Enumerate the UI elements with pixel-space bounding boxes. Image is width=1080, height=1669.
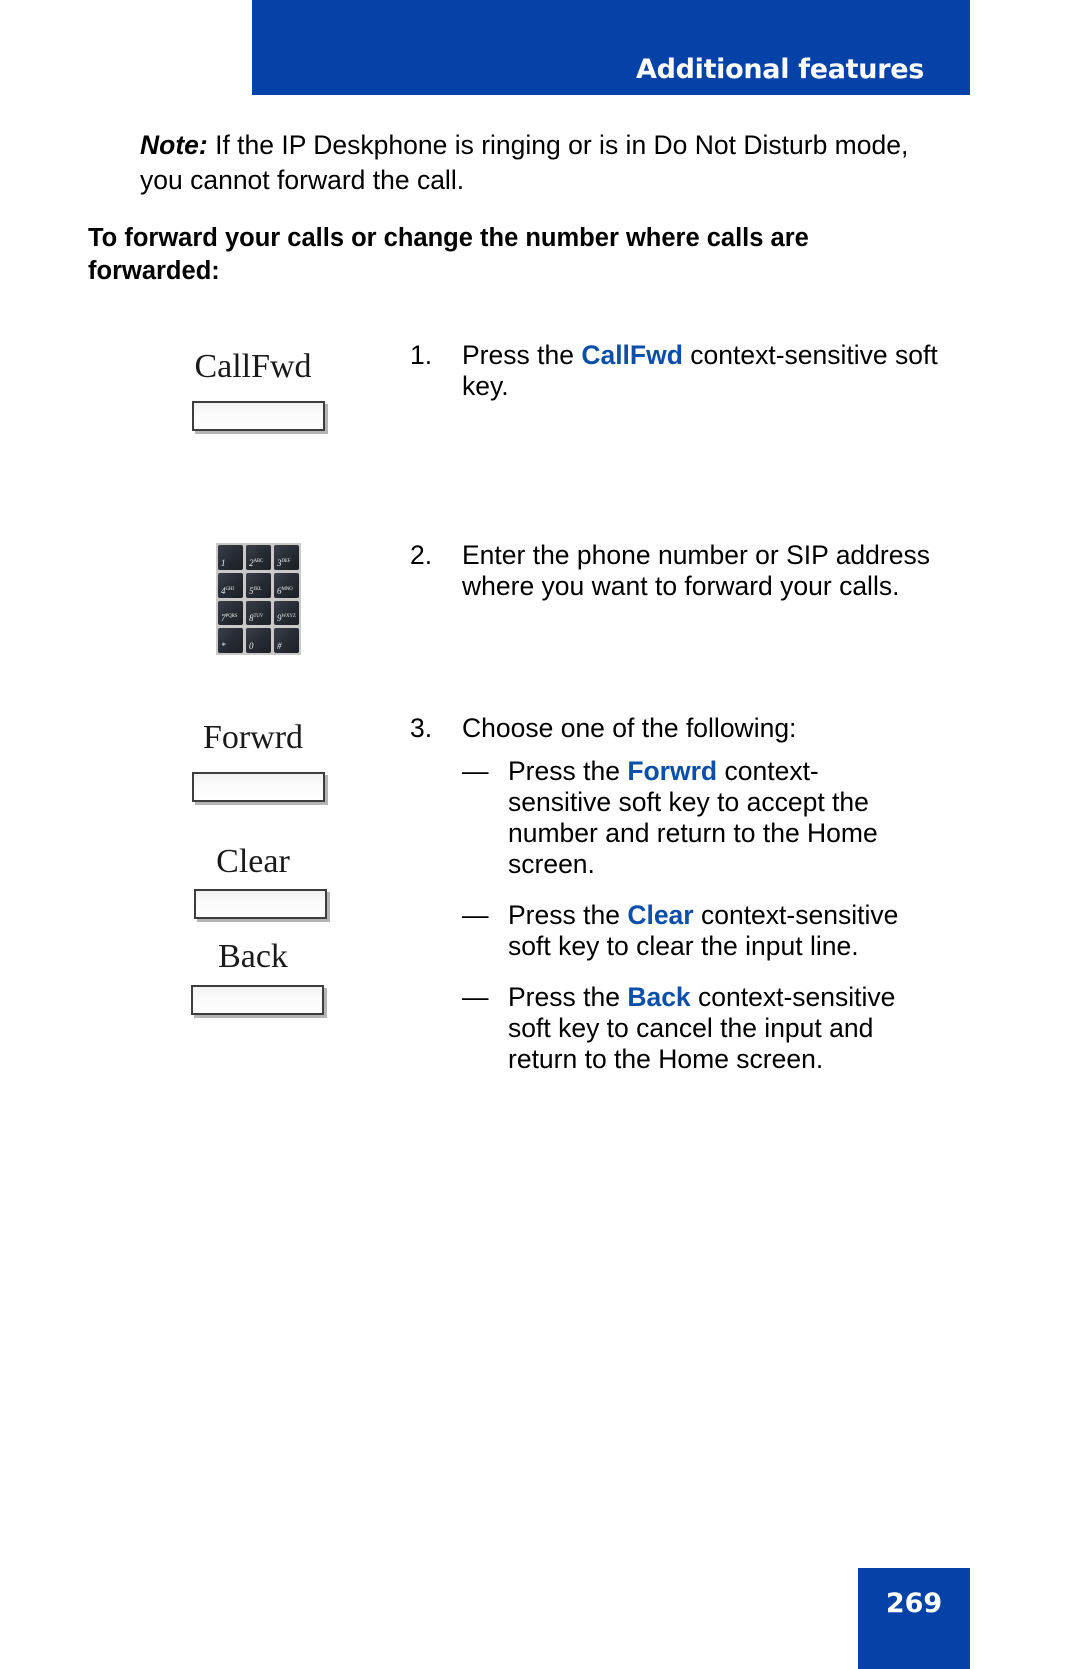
step-3-text: Choose one of the following: (462, 713, 797, 743)
step-item-2: 2. Enter the phone number or SIP address… (410, 540, 950, 602)
softkey-label-callfwd: CallFwd (194, 348, 312, 385)
step-2-number: 2. (410, 540, 433, 570)
sub-item-forwrd-dash: — (462, 756, 489, 786)
dialpad-key-2[interactable]: 2ABC (246, 545, 271, 570)
sub-item-back-keyword: Back (627, 982, 691, 1012)
step-1-keyword: CallFwd (581, 340, 683, 370)
page-footer-block: 269 (858, 1568, 970, 1669)
sub-item-forwrd-text: Press the Forwrd context-sensitive soft … (508, 756, 910, 880)
sub-item-forwrd-prefix: Press the (508, 756, 628, 786)
softkey-button-back[interactable] (191, 985, 324, 1015)
page-header-banner: Additional features (252, 0, 970, 95)
dialpad-key-6[interactable]: 6MNO (274, 572, 299, 598)
dialpad-key-5[interactable]: 5JKL (246, 572, 271, 598)
dialpad-key-2-letters: ABC (253, 558, 264, 564)
dialpad-key-0-digit: 0 (249, 641, 254, 651)
dialpad-key-7[interactable]: 7PQRS (218, 600, 243, 626)
step-3-sub-list: — Press the Forwrd context-sensitive sof… (410, 756, 910, 1075)
dialpad-key-pound[interactable]: # (274, 628, 299, 653)
dialpad-key-star-digit: * (221, 641, 226, 651)
sub-item-clear-prefix: Press the (508, 900, 628, 930)
sub-item-back-prefix: Press the (508, 982, 628, 1012)
step-2-text: Enter the phone number or SIP address wh… (462, 540, 930, 601)
dialpad-key-star[interactable]: * (218, 628, 243, 653)
step-1-number: 1. (410, 340, 433, 370)
dialpad-key-1-digit: 1 (221, 557, 226, 568)
step-3-number: 3. (410, 713, 433, 743)
note-text: If the IP Deskphone is ringing or is in … (140, 130, 909, 195)
note-block: Note: If the IP Deskphone is ringing or … (140, 128, 930, 198)
sub-item-clear-dash: — (462, 900, 489, 930)
dialpad-key-8-letters: TUV (253, 614, 264, 620)
step-1-prefix: Press the (462, 340, 582, 370)
dialpad-graphic: 1 2ABC 3DEF 4GHI 5JKL 6MNO 7PQRS 8TUV 9W… (216, 543, 301, 655)
softkey-button-clear[interactable] (194, 889, 327, 919)
page-header-title: Additional features (635, 54, 924, 85)
sub-item-clear: — Press the Clear context-sensitive soft… (410, 900, 910, 962)
dialpad-key-9[interactable]: 9WXYZ (274, 600, 299, 626)
softkey-button-callfwd[interactable] (192, 401, 325, 431)
dialpad-key-3[interactable]: 3DEF (274, 545, 299, 570)
sub-item-forwrd-keyword: Forwrd (627, 756, 718, 786)
page-number: 269 (885, 1588, 943, 1619)
sub-item-back-text: Press the Back context-sensitive soft ke… (508, 982, 910, 1075)
dialpad-key-7-letters: PQRS (225, 614, 238, 620)
dialpad-key-8[interactable]: 8TUV (246, 600, 271, 626)
section-heading: To forward your calls or change the numb… (88, 224, 809, 285)
step-3-line: 3. Choose one of the following: (410, 713, 910, 744)
dialpad-key-1[interactable]: 1 (218, 545, 243, 570)
softkey-label-back: Back (218, 938, 288, 975)
dialpad-key-3-letters: DEF (281, 558, 291, 564)
sub-item-clear-keyword: Clear (627, 900, 694, 930)
dialpad-key-5-letters: JKL (253, 586, 262, 592)
dialpad-key-6-letters: MNO (281, 586, 293, 592)
sub-item-forwrd: — Press the Forwrd context-sensitive sof… (410, 756, 910, 880)
dialpad-key-pound-digit: # (277, 641, 282, 651)
softkey-label-clear: Clear (216, 843, 290, 880)
step-1-text: Press the CallFwd context-sensitive soft… (462, 340, 950, 402)
step-item-1: 1. Press the CallFwd context-sensitive s… (410, 340, 950, 402)
dialpad-key-4-letters: GHI (225, 586, 235, 592)
dialpad-key-4[interactable]: 4GHI (218, 572, 243, 598)
note-label: Note: (140, 130, 208, 160)
softkey-button-forwrd[interactable] (192, 772, 325, 802)
sub-item-back: — Press the Back context-sensitive soft … (410, 982, 910, 1075)
dialpad-key-0[interactable]: 0 (246, 628, 271, 653)
sub-item-back-dash: — (462, 982, 489, 1012)
dialpad-key-9-letters: WXYZ (281, 614, 296, 620)
softkey-label-forwrd: Forwrd (202, 719, 304, 756)
step-item-3: 3. Choose one of the following: — Press … (410, 713, 910, 1095)
sub-item-clear-text: Press the Clear context-sensitive soft k… (508, 900, 910, 962)
